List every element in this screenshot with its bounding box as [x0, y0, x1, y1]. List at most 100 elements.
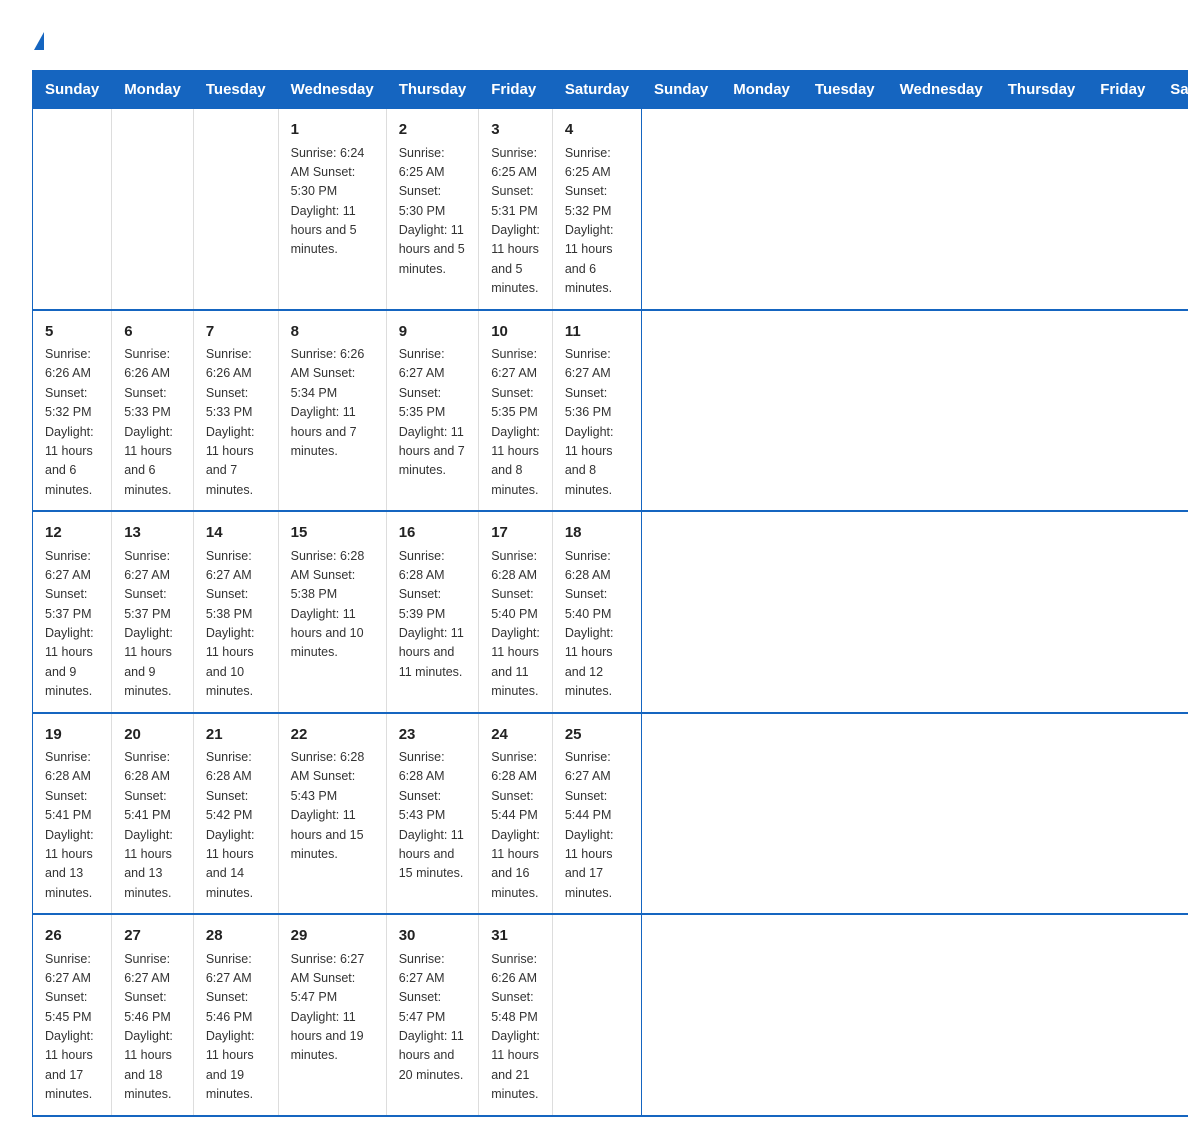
day-info: Sunrise: 6:28 AM Sunset: 5:40 PM Dayligh…	[565, 547, 629, 702]
day-info: Sunrise: 6:27 AM Sunset: 5:45 PM Dayligh…	[45, 950, 99, 1105]
calendar-cell: 7Sunrise: 6:26 AM Sunset: 5:33 PM Daylig…	[193, 310, 278, 512]
calendar-cell: 17Sunrise: 6:28 AM Sunset: 5:40 PM Dayli…	[479, 511, 553, 713]
day-info: Sunrise: 6:27 AM Sunset: 5:47 PM Dayligh…	[291, 950, 374, 1066]
calendar-cell	[112, 109, 194, 310]
day-number: 26	[45, 925, 99, 948]
day-info: Sunrise: 6:27 AM Sunset: 5:36 PM Dayligh…	[565, 345, 629, 500]
day-info: Sunrise: 6:27 AM Sunset: 5:35 PM Dayligh…	[491, 345, 540, 500]
day-info: Sunrise: 6:28 AM Sunset: 5:43 PM Dayligh…	[291, 748, 374, 864]
calendar-cell: 1Sunrise: 6:24 AM Sunset: 5:30 PM Daylig…	[278, 109, 386, 310]
calendar-cell: 16Sunrise: 6:28 AM Sunset: 5:39 PM Dayli…	[386, 511, 479, 713]
day-number: 13	[124, 522, 181, 545]
calendar-cell: 22Sunrise: 6:28 AM Sunset: 5:43 PM Dayli…	[278, 713, 386, 915]
calendar-week-row: 19 Sunrise: 6:28 AM Sunset: 5:41 PM Dayli…	[33, 713, 1188, 915]
day-number: 15	[291, 522, 374, 545]
day-number: 25	[565, 724, 629, 747]
logo-triangle-icon	[34, 32, 44, 50]
day-number: 12	[45, 522, 99, 545]
day-number: 29	[291, 925, 374, 948]
day-info: Sunrise: 6:25 AM Sunset: 5:31 PM Dayligh…	[491, 144, 540, 299]
header-day-thursday: Thursday	[386, 71, 479, 109]
calendar-cell: 15Sunrise: 6:28 AM Sunset: 5:38 PM Dayli…	[278, 511, 386, 713]
calendar-week-row: 26Sunrise: 6:27 AM Sunset: 5:45 PM Dayli…	[33, 914, 1188, 1116]
day-number: 4	[565, 119, 629, 142]
header-day-sunday: Sunday	[33, 71, 112, 109]
day-number: 18	[565, 522, 629, 545]
header-day-saturday: Saturday	[552, 71, 641, 109]
header-day-tuesday: Tuesday	[193, 71, 278, 109]
calendar-cell: 5Sunrise: 6:26 AM Sunset: 5:32 PM Daylig…	[33, 310, 112, 512]
day-info: Sunrise: 6:28 AM Sunset: 5:39 PM Dayligh…	[399, 547, 467, 683]
calendar-week-row: 5Sunrise: 6:26 AM Sunset: 5:32 PM Daylig…	[33, 310, 1188, 512]
header-tuesday: Tuesday	[802, 71, 887, 109]
day-number: 27	[124, 925, 181, 948]
day-info: Sunrise: 6:26 AM Sunset: 5:34 PM Dayligh…	[291, 345, 374, 461]
calendar-cell: 28Sunrise: 6:27 AM Sunset: 5:46 PM Dayli…	[193, 914, 278, 1116]
calendar-cell: 9Sunrise: 6:27 AM Sunset: 5:35 PM Daylig…	[386, 310, 479, 512]
calendar-cell: 29Sunrise: 6:27 AM Sunset: 5:47 PM Dayli…	[278, 914, 386, 1116]
logo	[32, 24, 44, 52]
day-info: Sunrise: 6:27 AM Sunset: 5:46 PM Dayligh…	[206, 950, 266, 1105]
calendar-cell: 8Sunrise: 6:26 AM Sunset: 5:34 PM Daylig…	[278, 310, 386, 512]
calendar-cell: 3Sunrise: 6:25 AM Sunset: 5:31 PM Daylig…	[479, 109, 553, 310]
day-info: Sunrise: 6:27 AM Sunset: 5:46 PM Dayligh…	[124, 950, 181, 1105]
calendar-cell: 2Sunrise: 6:25 AM Sunset: 5:30 PM Daylig…	[386, 109, 479, 310]
day-number: 21	[206, 724, 266, 747]
calendar-cell: 18Sunrise: 6:28 AM Sunset: 5:40 PM Dayli…	[552, 511, 641, 713]
calendar-cell: 14Sunrise: 6:27 AM Sunset: 5:38 PM Dayli…	[193, 511, 278, 713]
day-number: 30	[399, 925, 467, 948]
day-info: Sunrise: 6:26 AM Sunset: 5:33 PM Dayligh…	[206, 345, 266, 500]
day-info: Sunrise: 6:28 AM Sunset: 5:41 PM Dayligh…	[124, 748, 181, 903]
calendar-header-row: SundayMondayTuesdayWednesdayThursdayFrid…	[33, 71, 1188, 109]
day-info: Sunrise: 6:26 AM Sunset: 5:48 PM Dayligh…	[491, 950, 540, 1105]
day-info: Sunrise: 6:28 AM Sunset: 5:42 PM Dayligh…	[206, 748, 266, 903]
calendar-cell: 25Sunrise: 6:27 AM Sunset: 5:44 PM Dayli…	[552, 713, 641, 915]
day-number: 6	[124, 321, 181, 344]
header-saturday: Saturday	[1158, 71, 1188, 109]
day-info: Sunrise: 6:28 AM Sunset: 5:40 PM Dayligh…	[491, 547, 540, 702]
day-info: Sunrise: 6:25 AM Sunset: 5:30 PM Dayligh…	[399, 144, 467, 280]
header-day-friday: Friday	[479, 71, 553, 109]
day-info: Sunrise: 6:27 AM Sunset: 5:37 PM Dayligh…	[124, 547, 181, 702]
day-number: 8	[291, 321, 374, 344]
calendar-table: SundayMondayTuesdayWednesdayThursdayFrid…	[32, 70, 1188, 1117]
day-number: 7	[206, 321, 266, 344]
calendar-cell: 6Sunrise: 6:26 AM Sunset: 5:33 PM Daylig…	[112, 310, 194, 512]
day-number: 20	[124, 724, 181, 747]
day-info: Sunrise: 6:25 AM Sunset: 5:32 PM Dayligh…	[565, 144, 629, 299]
day-info: Sunrise: 6:28 AM Sunset: 5:44 PM Dayligh…	[491, 748, 540, 903]
day-number: 19	[45, 724, 99, 747]
calendar-cell: 13Sunrise: 6:27 AM Sunset: 5:37 PM Dayli…	[112, 511, 194, 713]
day-info: Sunrise: 6:26 AM Sunset: 5:33 PM Dayligh…	[124, 345, 181, 500]
day-number: 9	[399, 321, 467, 344]
day-number: 5	[45, 321, 99, 344]
day-number: 16	[399, 522, 467, 545]
page-header	[32, 24, 1156, 52]
header-friday: Friday	[1088, 71, 1158, 109]
day-info: Sunrise: 6:26 AM Sunset: 5:32 PM Dayligh…	[45, 345, 99, 500]
header-monday: Monday	[721, 71, 803, 109]
calendar-cell: 19Sunrise: 6:28 AM Sunset: 5:41 PM Dayli…	[33, 713, 112, 915]
calendar-cell: 30Sunrise: 6:27 AM Sunset: 5:47 PM Dayli…	[386, 914, 479, 1116]
calendar-cell	[33, 109, 112, 310]
calendar-week-row: 1Sunrise: 6:24 AM Sunset: 5:30 PM Daylig…	[33, 109, 1188, 310]
day-info: Sunrise: 6:28 AM Sunset: 5:43 PM Dayligh…	[399, 748, 467, 884]
day-number: 31	[491, 925, 540, 948]
day-number: 1	[291, 119, 374, 142]
calendar-cell: 23Sunrise: 6:28 AM Sunset: 5:43 PM Dayli…	[386, 713, 479, 915]
day-number: 2	[399, 119, 467, 142]
day-info: Sunrise: 6:24 AM Sunset: 5:30 PM Dayligh…	[291, 144, 374, 260]
calendar-cell: 24Sunrise: 6:28 AM Sunset: 5:44 PM Dayli…	[479, 713, 553, 915]
header-wednesday: Wednesday	[887, 71, 995, 109]
header-sunday: Sunday	[642, 71, 721, 109]
calendar-cell: 27Sunrise: 6:27 AM Sunset: 5:46 PM Dayli…	[112, 914, 194, 1116]
calendar-cell: 10Sunrise: 6:27 AM Sunset: 5:35 PM Dayli…	[479, 310, 553, 512]
calendar-cell: 21Sunrise: 6:28 AM Sunset: 5:42 PM Dayli…	[193, 713, 278, 915]
header-day-wednesday: Wednesday	[278, 71, 386, 109]
calendar-cell: 12Sunrise: 6:27 AM Sunset: 5:37 PM Dayli…	[33, 511, 112, 713]
day-number: 3	[491, 119, 540, 142]
day-info: Sunrise: 6:27 AM Sunset: 5:44 PM Dayligh…	[565, 748, 629, 903]
day-number: 28	[206, 925, 266, 948]
day-info: Sunrise: 6:27 AM Sunset: 5:38 PM Dayligh…	[206, 547, 266, 702]
calendar-cell: 11Sunrise: 6:27 AM Sunset: 5:36 PM Dayli…	[552, 310, 641, 512]
